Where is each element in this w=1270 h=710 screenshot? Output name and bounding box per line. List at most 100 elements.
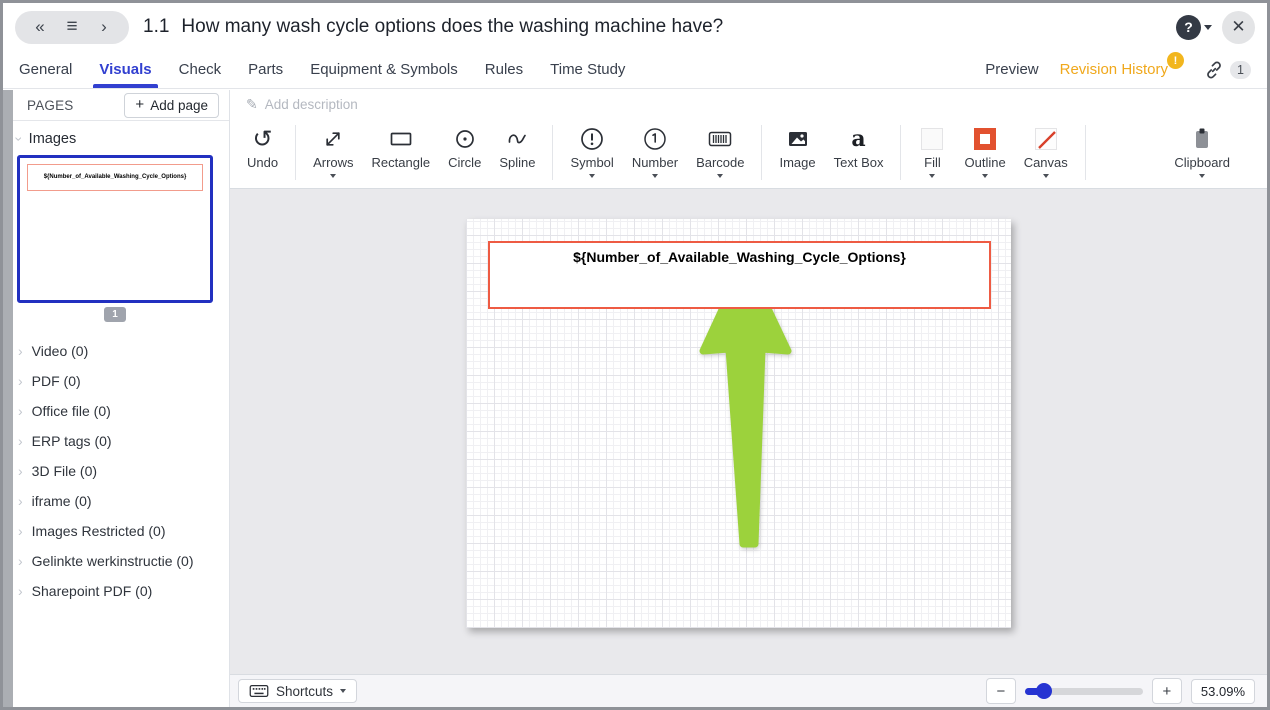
images-section-label: Images bbox=[29, 131, 77, 147]
symbol-tool[interactable]: Symbol bbox=[561, 123, 622, 181]
number-icon bbox=[642, 126, 668, 152]
chevron-down-icon bbox=[1199, 174, 1205, 181]
tool-label: Rectangle bbox=[372, 155, 431, 170]
help-icon[interactable]: ? bbox=[1176, 15, 1201, 40]
chevron-right-icon: › bbox=[18, 554, 23, 568]
undo-button[interactable]: ↺ Undo bbox=[238, 123, 287, 181]
image-tool[interactable]: Image bbox=[770, 123, 824, 181]
outline-tool[interactable]: Outline bbox=[955, 123, 1014, 181]
chevron-down-icon bbox=[929, 174, 935, 181]
step-list-menu-button[interactable]: ≡ bbox=[57, 12, 87, 42]
toolbar-divider bbox=[295, 125, 296, 180]
tool-label: Barcode bbox=[696, 155, 744, 170]
preview-button[interactable]: Preview bbox=[985, 61, 1038, 78]
pencil-icon: ✎ bbox=[246, 96, 258, 113]
zoom-slider[interactable] bbox=[1025, 688, 1143, 695]
shortcuts-button[interactable]: Shortcuts bbox=[238, 679, 357, 703]
clipboard-tool[interactable]: Clipboard bbox=[1165, 123, 1239, 181]
tabs: General Visuals Check Parts Equipment & … bbox=[19, 51, 625, 88]
chevron-down-icon bbox=[589, 174, 595, 181]
tab-parts[interactable]: Parts bbox=[248, 51, 283, 88]
help-menu[interactable]: ? bbox=[1176, 15, 1212, 40]
barcode-icon bbox=[706, 127, 734, 151]
circle-tool[interactable]: Circle bbox=[439, 123, 490, 181]
sidebar-item-label: Office file (0) bbox=[32, 403, 111, 419]
clipboard-icon bbox=[1190, 126, 1214, 152]
tab-equipment-symbols[interactable]: Equipment & Symbols bbox=[310, 51, 458, 88]
sidebar-item-erp-tags[interactable]: ›ERP tags (0) bbox=[13, 426, 229, 456]
undo-icon: ↺ bbox=[252, 128, 272, 150]
close-button[interactable]: ✕ bbox=[1222, 11, 1255, 44]
images-section-header[interactable]: › Images bbox=[17, 131, 229, 147]
shortcuts-label: Shortcuts bbox=[276, 684, 333, 699]
sidebar-item-gelinkte-werkinstructie[interactable]: ›Gelinkte werkinstructie (0) bbox=[13, 546, 229, 576]
app-body: PAGES + Add page › Images ${Number_of_Av… bbox=[3, 90, 1267, 707]
canvas-page[interactable]: ${Number_of_Available_Washing_Cycle_Opti… bbox=[466, 219, 1011, 628]
tool-label: Undo bbox=[247, 155, 278, 170]
rectangle-tool[interactable]: Rectangle bbox=[363, 123, 440, 181]
media-type-list: ›Video (0) ›PDF (0) ›Office file (0) ›ER… bbox=[13, 336, 229, 606]
tool-label: Symbol bbox=[570, 155, 613, 170]
tab-visuals[interactable]: Visuals bbox=[99, 51, 151, 88]
zoom-slider-thumb[interactable] bbox=[1036, 683, 1052, 699]
sidebar-item-video[interactable]: ›Video (0) bbox=[13, 336, 229, 366]
toolbar-divider bbox=[761, 125, 762, 180]
number-tool[interactable]: Number bbox=[623, 123, 687, 181]
chevron-down-icon bbox=[330, 174, 336, 181]
description-row[interactable]: ✎ Add description bbox=[230, 90, 1267, 119]
tool-label: Canvas bbox=[1024, 155, 1068, 170]
canvas-tool[interactable]: Canvas bbox=[1015, 123, 1077, 181]
zoom-level-value[interactable]: 53.09% bbox=[1191, 679, 1255, 704]
canvas-workspace[interactable]: ${Number_of_Available_Washing_Cycle_Opti… bbox=[230, 189, 1267, 674]
text-box-tool[interactable]: Text Box bbox=[825, 123, 893, 181]
chevron-right-icon: › bbox=[18, 494, 23, 508]
sidebar-item-images-restricted[interactable]: › Images Restricted (0) bbox=[13, 516, 229, 546]
sidebar-item-iframe[interactable]: ›iframe (0) bbox=[13, 486, 229, 516]
tab-general[interactable]: General bbox=[19, 51, 72, 88]
sidebar-item-office-file[interactable]: ›Office file (0) bbox=[13, 396, 229, 426]
tab-time-study[interactable]: Time Study bbox=[550, 51, 625, 88]
canvas-swatch-icon bbox=[1035, 128, 1057, 150]
tool-label: Outline bbox=[964, 155, 1005, 170]
zoom-out-button[interactable]: − bbox=[986, 678, 1016, 704]
link-count-badge: 1 bbox=[1230, 61, 1251, 79]
add-page-button[interactable]: + Add page bbox=[124, 93, 219, 118]
chevron-right-icon: › bbox=[18, 524, 23, 538]
sidebar-item-sharepoint-pdf[interactable]: ›Sharepoint PDF (0) bbox=[13, 576, 229, 606]
plus-icon: + bbox=[135, 99, 144, 111]
sidebar-item-label: Images Restricted (0) bbox=[32, 523, 166, 539]
sidebar-item-3d-file[interactable]: ›3D File (0) bbox=[13, 456, 229, 486]
page-thumbnail-1[interactable]: ${Number_of_Available_Washing_Cycle_Opti… bbox=[17, 155, 213, 303]
spline-tool[interactable]: Spline bbox=[490, 123, 544, 181]
chevron-down-icon bbox=[717, 174, 723, 181]
arrows-tool[interactable]: Arrows bbox=[304, 123, 362, 181]
sidebar-item-label: PDF (0) bbox=[32, 373, 81, 389]
titlebar-actions: ? ✕ bbox=[1176, 11, 1255, 44]
zoom-controls: − + 53.09% bbox=[986, 678, 1255, 704]
tab-check[interactable]: Check bbox=[179, 51, 222, 88]
spline-icon bbox=[505, 127, 529, 151]
barcode-tool[interactable]: Barcode bbox=[687, 123, 753, 181]
variable-text-box[interactable]: ${Number_of_Available_Washing_Cycle_Opti… bbox=[488, 241, 991, 309]
step-number: 1.1 bbox=[143, 16, 169, 38]
tool-label: Image bbox=[779, 155, 815, 170]
tool-label: Spline bbox=[499, 155, 535, 170]
sidebar-item-pdf[interactable]: ›PDF (0) bbox=[13, 366, 229, 396]
step-navigation: « ≡ › bbox=[15, 11, 129, 44]
sidebar-item-label: 3D File (0) bbox=[32, 463, 97, 479]
revision-history-button[interactable]: Revision History ! bbox=[1060, 61, 1176, 78]
fill-swatch-icon bbox=[921, 128, 943, 150]
drawing-toolbar: ↺ Undo Arrows bbox=[230, 119, 1267, 189]
toolbar-divider bbox=[552, 125, 553, 180]
tool-label: Number bbox=[632, 155, 678, 170]
fill-tool[interactable]: Fill bbox=[909, 123, 955, 181]
zoom-in-button[interactable]: + bbox=[1152, 678, 1182, 704]
left-scrollbar[interactable] bbox=[3, 90, 13, 707]
chevron-right-icon: › bbox=[18, 344, 23, 358]
chevron-down-icon: › bbox=[12, 137, 26, 142]
tab-rules[interactable]: Rules bbox=[485, 51, 523, 88]
main-area: ✎ Add description ↺ Undo bbox=[230, 90, 1267, 707]
linked-items-button[interactable]: 1 bbox=[1203, 59, 1251, 81]
nav-first-step-button[interactable]: « bbox=[25, 12, 55, 42]
nav-next-step-button[interactable]: › bbox=[89, 12, 119, 42]
